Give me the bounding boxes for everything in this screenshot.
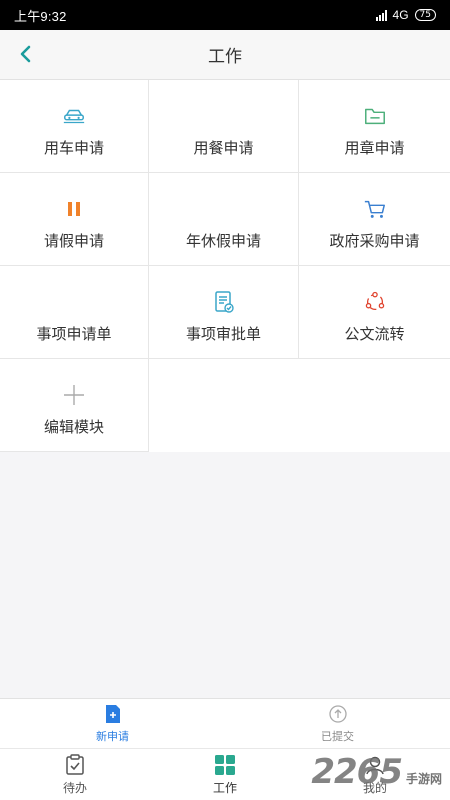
module-label: 事项审批单 [185, 325, 261, 343]
module-matter-application-form[interactable]: 事项申请单 [0, 266, 149, 359]
module-label: 事项申请单 [36, 325, 112, 343]
bottom-nav: 待办 工作 我的 [0, 748, 450, 800]
module-car-application[interactable]: 用车申请 [0, 80, 149, 173]
status-time: 上午9:32 [14, 8, 67, 24]
signal-icon [375, 9, 387, 21]
module-grid: 用车申请 用餐申请 用章申请 请假申请 年休假申请 政府采购申请 事项申请单 事… [0, 80, 450, 452]
module-label: 用章申请 [344, 139, 405, 157]
tab-submitted[interactable]: 已提交 [225, 699, 450, 748]
matter-form-icon [62, 291, 86, 313]
nav-label: 工作 [212, 780, 237, 795]
grid-empty-cell [299, 359, 450, 452]
battery-icon: 75 [414, 9, 436, 21]
approval-doc-icon [212, 291, 236, 313]
nav-label: 待办 [62, 780, 87, 795]
module-label: 请假申请 [43, 232, 104, 250]
module-label: 编辑模块 [43, 418, 104, 436]
module-edit[interactable]: 编辑模块 [0, 359, 149, 452]
module-matter-approval-form[interactable]: 事项审批单 [149, 266, 299, 359]
plus-icon [62, 384, 86, 406]
header-bar: 工作 [0, 30, 450, 80]
grid-empty-cell [149, 359, 299, 452]
nav-label: 我的 [362, 780, 387, 795]
flow-cycle-icon [363, 291, 387, 313]
module-leave-application[interactable]: 请假申请 [0, 173, 149, 266]
module-label: 公文流转 [344, 325, 405, 343]
profile-icon [366, 756, 384, 774]
module-document-flow[interactable]: 公文流转 [299, 266, 450, 359]
clipboard-icon [66, 753, 84, 775]
module-annual-leave-application[interactable]: 年休假申请 [149, 173, 299, 266]
folder-icon [363, 105, 387, 127]
cart-icon [363, 198, 387, 220]
nav-work[interactable]: 工作 [150, 749, 300, 800]
grid-icon [215, 754, 235, 775]
network-type: 4G [392, 8, 409, 22]
nav-mine[interactable]: 我的 [300, 749, 450, 800]
status-bar: 上午9:32 4G 75 [0, 0, 450, 30]
dining-icon [212, 105, 236, 127]
module-label: 政府采购申请 [329, 232, 420, 250]
back-arrow-icon[interactable] [14, 42, 38, 66]
module-seal-application[interactable]: 用章申请 [299, 80, 450, 173]
tab-label: 已提交 [321, 729, 354, 743]
nav-todo[interactable]: 待办 [0, 749, 150, 800]
status-right: 4G 75 [375, 8, 436, 22]
module-label: 用车申请 [43, 139, 104, 157]
annual-leave-icon [212, 198, 236, 220]
tab-label: 新申请 [96, 729, 129, 743]
module-dining-application[interactable]: 用餐申请 [149, 80, 299, 173]
pause-icon [62, 198, 86, 220]
module-procurement-application[interactable]: 政府采购申请 [299, 173, 450, 266]
tab-new-application[interactable]: 新申请 [0, 699, 225, 748]
page-title: 工作 [208, 47, 242, 67]
module-label: 用餐申请 [193, 139, 254, 157]
car-icon [62, 105, 86, 127]
submitted-icon [328, 704, 347, 723]
application-tabs: 新申请 已提交 [0, 698, 450, 748]
new-application-icon [105, 704, 120, 723]
module-label: 年休假申请 [185, 232, 261, 250]
